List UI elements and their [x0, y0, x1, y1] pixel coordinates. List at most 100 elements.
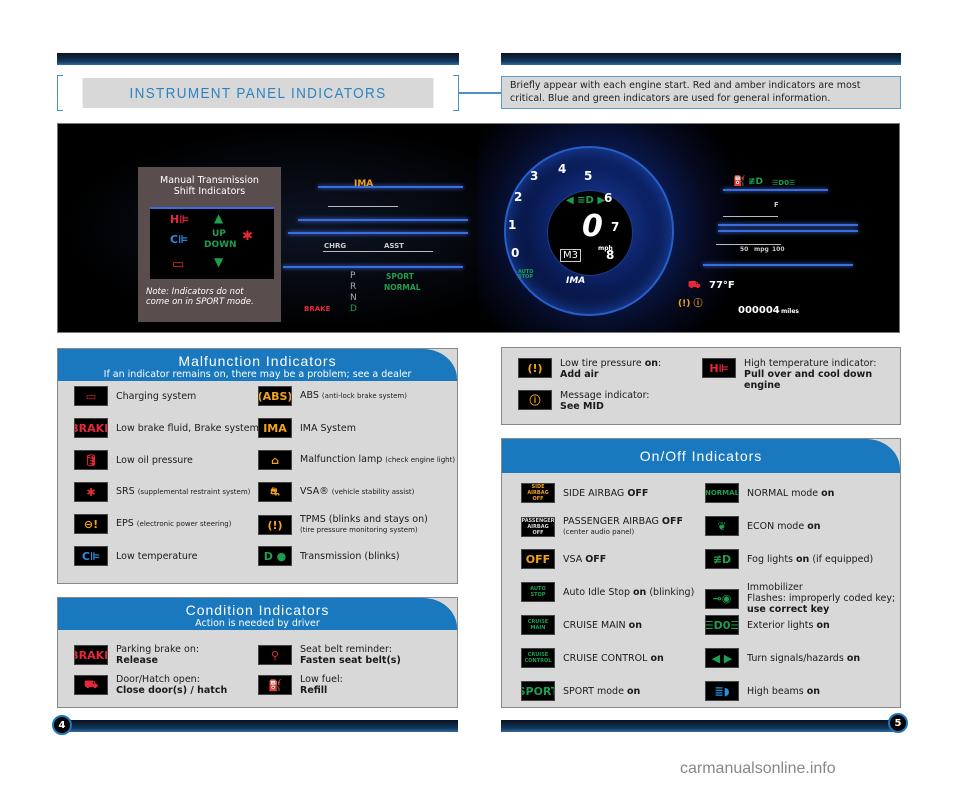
- label-text: PASSENGER AIRBAG: [563, 516, 662, 527]
- fuel-pump-icon: ⛽: [258, 675, 292, 695]
- temperature-readout: 77°F: [709, 280, 735, 291]
- malfunction-label: Low oil pressure: [116, 455, 193, 466]
- condition-subtitle: Action is needed by driver: [195, 618, 320, 629]
- label-text: SIDE AIRBAG: [563, 487, 628, 499]
- malfunction-label: VSA® (vehicle stability assist): [300, 486, 414, 498]
- malfunction-item: C⊫ Low temperature: [74, 546, 197, 566]
- inset-high-temp-icon: H⊫: [170, 213, 190, 226]
- label-sub: Flashes: improperly coded key;: [747, 593, 896, 604]
- info-item: H⊫ High temperature indicator: Pull over a…: [702, 358, 876, 391]
- tach-7: 7: [611, 220, 620, 234]
- onoff-label: Auto Idle Stop on (blinking): [563, 587, 694, 598]
- label-note: (electronic power steering): [136, 520, 232, 528]
- tpms-icon: (!): [258, 515, 292, 535]
- mpg-50: 50: [740, 246, 749, 253]
- malfunction-panel: Malfunction Indicators If an indicator r…: [57, 348, 458, 584]
- vsa-off-icon: OFF: [521, 549, 555, 569]
- low-temp-icon: C⊫: [74, 546, 108, 566]
- gear-indicator: M3: [560, 249, 581, 262]
- label-line1: Low tire pressure: [560, 358, 645, 369]
- onoff-label: Immobilizer Flashes: improperly coded key…: [747, 582, 895, 615]
- condition-item: ⛟ Door/Hatch open: Close door(s) / hatch: [74, 674, 227, 696]
- label-line1: Message indicator:: [560, 390, 650, 401]
- page-number-right: 5: [888, 713, 908, 733]
- label-bold: on: [644, 358, 659, 369]
- label-state: on: [628, 619, 642, 631]
- transmission-d-icon: D ●: [258, 546, 292, 566]
- label-note: (anti-lock brake system): [321, 392, 407, 400]
- label-note: (supplemental restraint system): [137, 488, 251, 496]
- odometer-value: 000004: [738, 305, 780, 316]
- label-note: (vehicle stability assist): [331, 488, 415, 496]
- tach-0: 0: [511, 246, 520, 260]
- ima-icon: IMA: [258, 418, 292, 438]
- condition-label: Seat belt reminder: Fasten seat belt(s): [300, 644, 401, 666]
- label-text: Turn signals/hazards: [747, 652, 847, 664]
- immobilizer-key-icon: ⊸◉: [705, 588, 739, 609]
- footer-bar-right: [501, 720, 897, 732]
- inset-up-label: UP: [212, 229, 226, 239]
- condition-item: ⛽ Low fuel: Refill: [258, 674, 343, 696]
- onoff-label: High beams on: [747, 686, 820, 697]
- onoff-label: Exterior lights on: [747, 620, 830, 631]
- label-text: SRS: [116, 486, 135, 497]
- onoff-label: PASSENGER AIRBAG OFF (center audio panel): [563, 516, 683, 538]
- top-bar-left: [57, 53, 459, 65]
- label-sub: (center audio panel): [563, 528, 635, 536]
- battery-icon: ▭: [74, 386, 108, 406]
- label-line1: Low fuel:: [300, 674, 343, 685]
- inset-title: Manual Transmission Shift Indicators: [160, 175, 259, 197]
- vsa-icon: ⛐: [258, 482, 292, 502]
- malfunction-item: ⊖! EPS (electronic power steering): [74, 514, 231, 534]
- label-state: on: [846, 652, 861, 664]
- label-rest: (blinking): [646, 586, 695, 598]
- label-action: Close door(s) / hatch: [116, 685, 228, 696]
- brake-icon: BRAKE: [74, 418, 108, 438]
- label-line1: Seat belt reminder:: [300, 644, 392, 655]
- label-state: on: [806, 685, 821, 697]
- intro-text: Briefly appear with each engine start. R…: [501, 76, 901, 109]
- label-text: Auto Idle Stop: [563, 586, 634, 598]
- label-action: See MID: [560, 401, 604, 412]
- label-state: on: [816, 619, 830, 631]
- cruise-control-icon: CRUISE CONTROL: [521, 648, 555, 668]
- malfunction-item: 🛢 Low oil pressure: [74, 450, 193, 470]
- info-item: (!) Low tire pressure on: Add air: [518, 358, 661, 380]
- label-state: OFF: [585, 553, 607, 565]
- tpms-display-icon: (!) ⓘ: [678, 299, 703, 309]
- label-text: Fog lights: [747, 553, 797, 565]
- label-state: on: [650, 652, 664, 664]
- page-title: INSTRUMENT PANEL INDICATORS: [82, 78, 434, 108]
- high-beam-icon: ≣◗: [705, 681, 739, 701]
- onoff-item: NORMAL NORMAL mode on: [705, 483, 834, 503]
- malfunction-label: Charging system: [116, 391, 196, 402]
- label-text: VSA®: [300, 486, 329, 497]
- inset-down-label: DOWN: [204, 240, 237, 250]
- prnd-n: N: [350, 293, 357, 303]
- label-text: Low temperature: [116, 550, 198, 562]
- malfunction-label: Low brake fluid, Brake system: [116, 423, 259, 434]
- airbag-icon: ✱: [74, 482, 108, 502]
- label-text: Low brake fluid, Brake system: [116, 422, 259, 434]
- malfunction-item: (ABS) ABS (anti-lock brake system): [258, 386, 407, 406]
- malfunction-subtitle: If an indicator remains on, there may be…: [103, 369, 412, 380]
- tire-pressure-icon: (!): [518, 358, 552, 378]
- brake-indicator: BRAKE: [304, 305, 331, 313]
- door-open-icon: ⛟: [74, 675, 108, 695]
- label-state: on: [807, 520, 821, 532]
- turn-signal-icon: ◀ ▶: [705, 648, 739, 668]
- page-number-left: 4: [52, 715, 72, 735]
- label-text: NORMAL mode: [747, 487, 822, 499]
- condition-title: Condition Indicators: [185, 602, 330, 618]
- label-note: (tire pressure monitoring system): [300, 526, 418, 534]
- label-text: TPMS (blinks and stays on): [300, 514, 428, 525]
- label-text: Exterior lights: [747, 619, 817, 631]
- malfunction-item: ✱ SRS (supplemental restraint system): [74, 482, 250, 502]
- label-action: Fasten seat belt(s): [300, 655, 401, 666]
- label-text: Immobilizer: [747, 582, 803, 593]
- inset-airbag-icon: ✱: [242, 229, 253, 244]
- label-line1: Parking brake on:: [116, 644, 200, 655]
- onoff-label: CRUISE MAIN on: [563, 620, 642, 631]
- label-text: Transmission (blinks): [300, 550, 400, 562]
- watermark: carmanualsonline.info: [680, 760, 836, 777]
